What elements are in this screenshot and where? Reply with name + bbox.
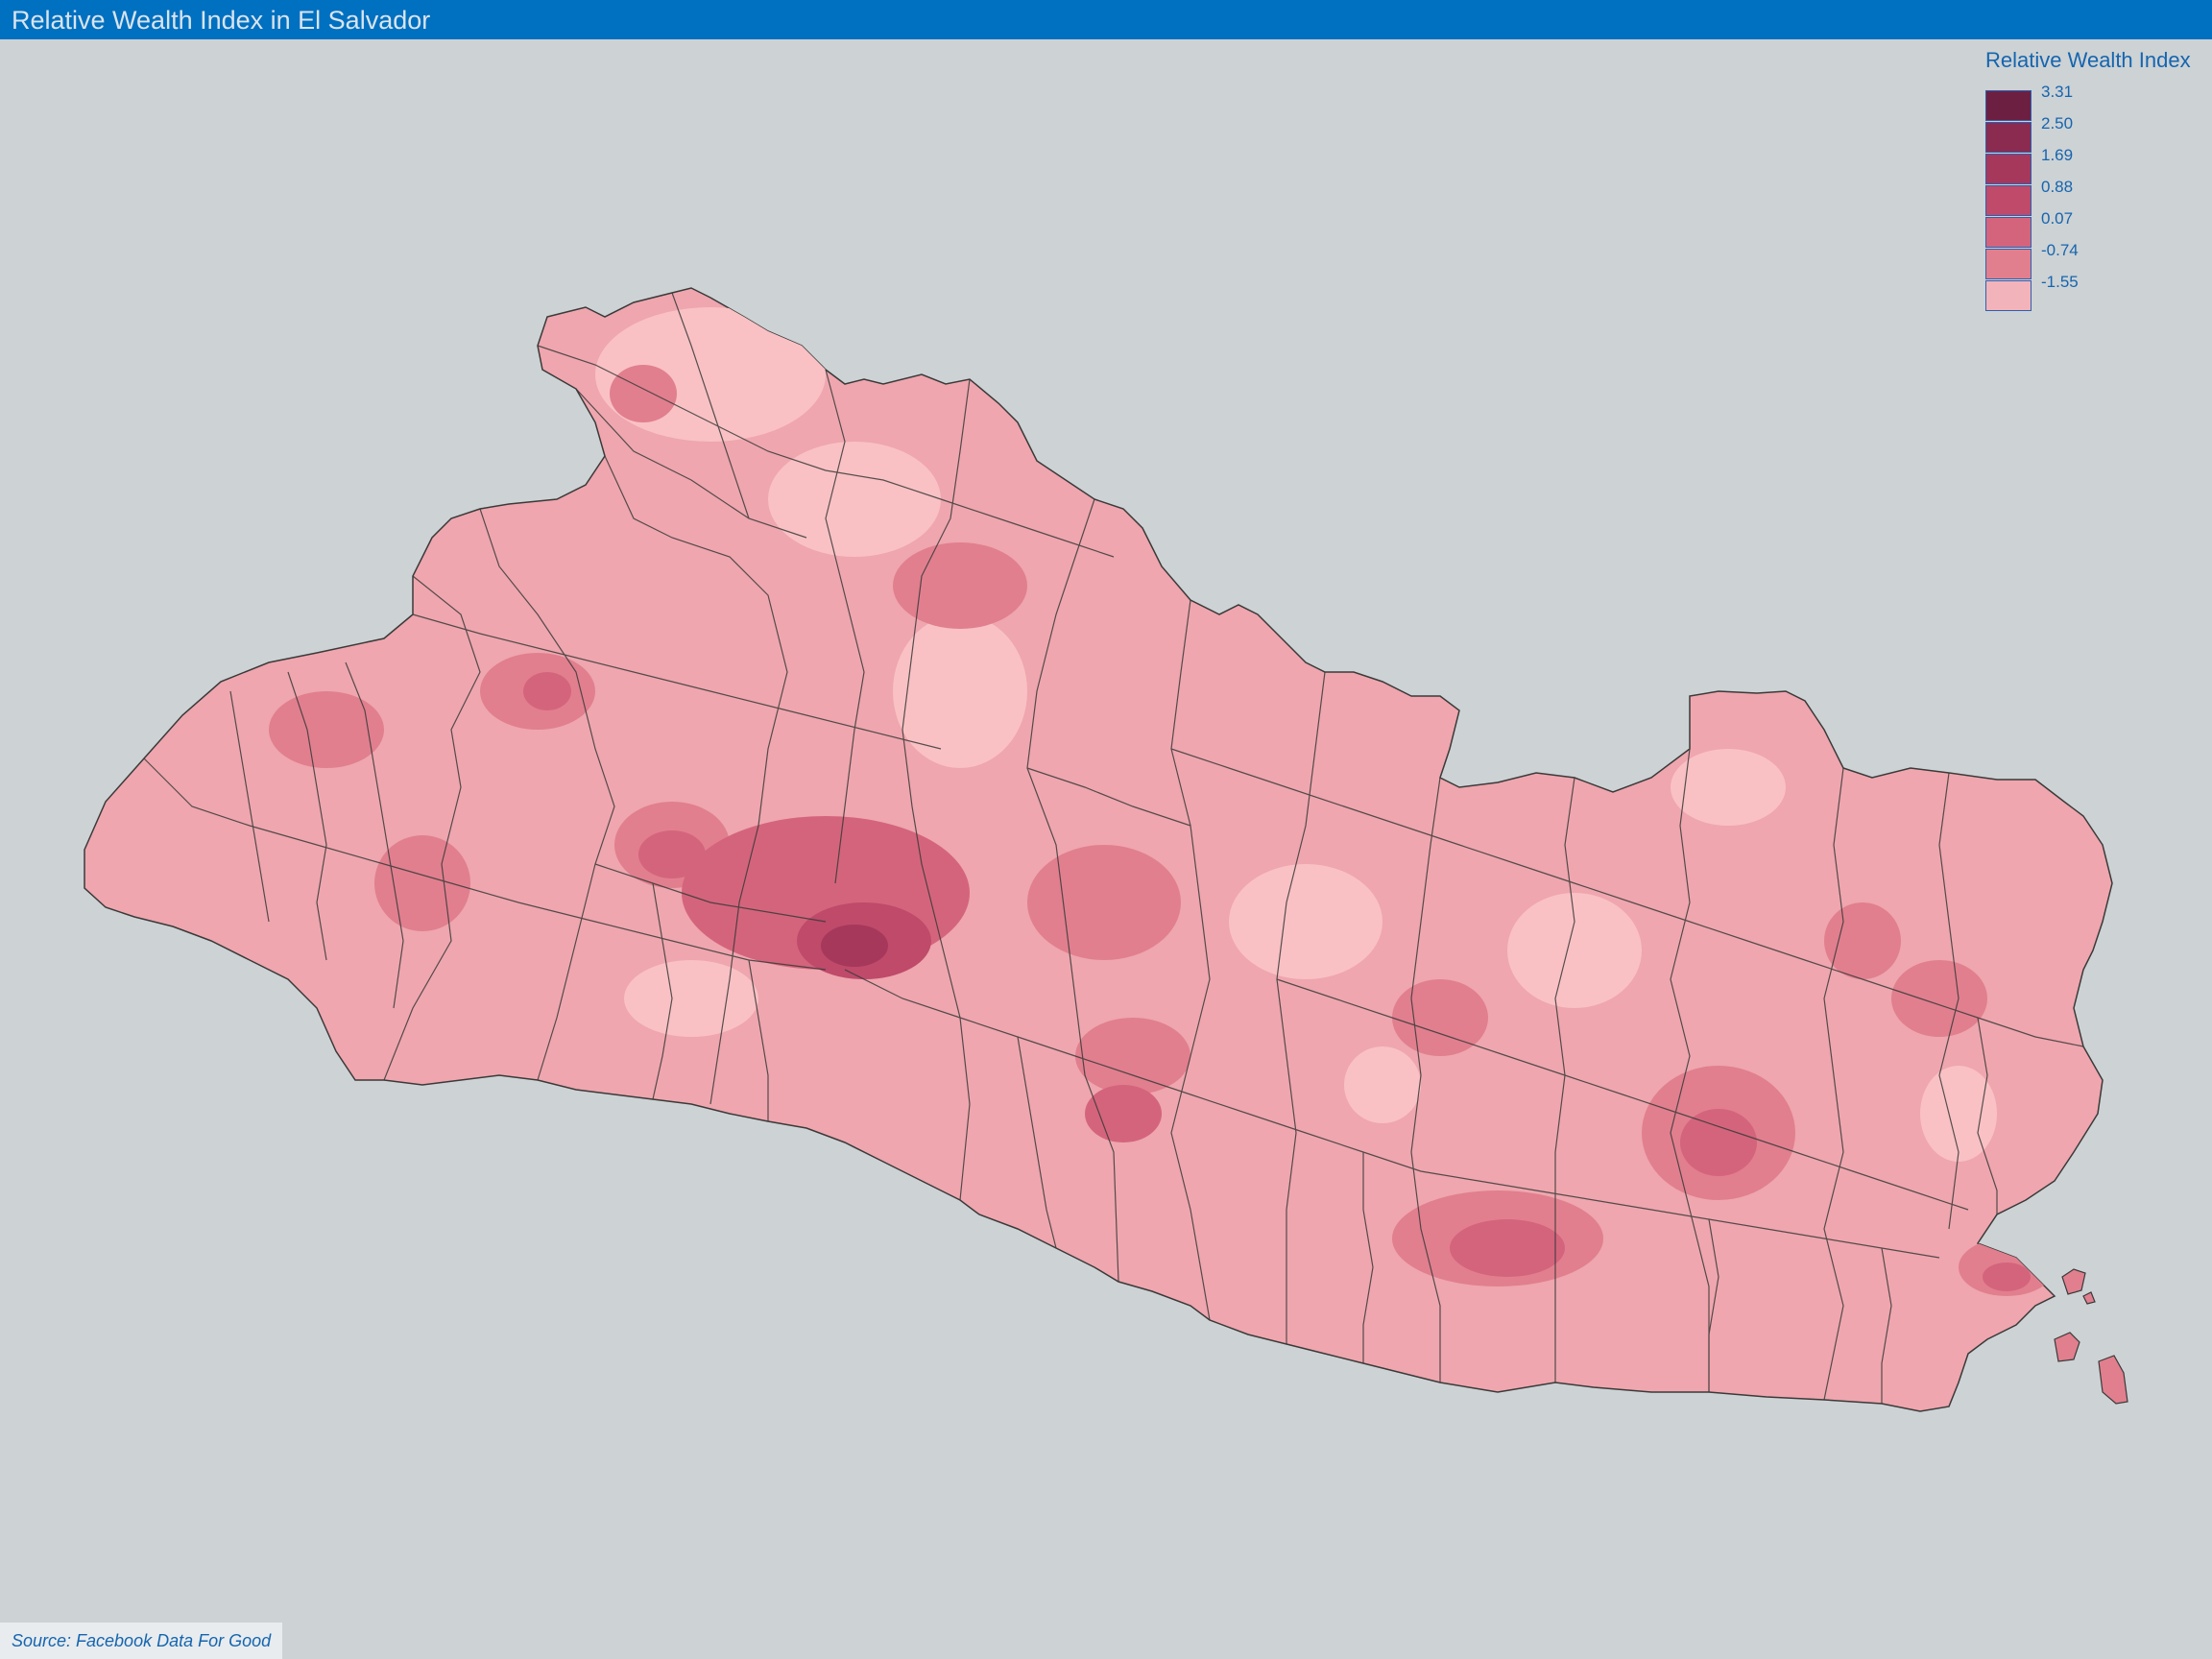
source-text: Source: Facebook Data For Good [12,1630,272,1650]
wealth-patch [1680,1109,1757,1176]
wealth-patch [374,835,470,931]
wealth-patch [1027,845,1181,960]
wealth-patch [624,960,758,1037]
wealth-patch [1229,864,1382,979]
legend-swatch [1985,90,2032,121]
wealth-patch [1920,1066,1997,1162]
map-page: Relative Wealth Index in El Salvador Rel… [0,0,2212,1659]
island [2098,1355,2128,1405]
wealth-patch [523,672,571,710]
wealth-patch [1344,1046,1421,1123]
wealth-patch [269,691,384,768]
source-caption: Source: Facebook Data For Good [0,1623,283,1659]
legend-label: -1.55 [2041,273,2079,291]
wealth-patch [1824,902,1901,979]
legend-swatch [1985,185,2032,216]
wealth-patch [610,365,677,422]
wealth-patch [1450,1219,1565,1277]
island [2061,1268,2086,1295]
legend-swatch [1985,249,2032,279]
wealth-patch [1075,1018,1190,1094]
legend-label: 0.07 [2041,209,2074,228]
legend-label: 3.31 [2041,83,2074,101]
title-bar: Relative Wealth Index in El Salvador [0,0,2212,39]
wealth-patch [638,830,706,878]
legend-label: 2.50 [2041,114,2074,132]
legend: Relative Wealth Index 3.31 2.50 1.69 0.88 0.… [1978,46,2208,311]
page-title: Relative Wealth Index in El Salvador [12,6,431,35]
wealth-patch [1507,893,1642,1008]
legend-swatch [1985,280,2032,311]
legend-swatch [1985,217,2032,248]
wealth-patch [1891,960,1987,1037]
legend-title: Relative Wealth Index [1985,48,2191,72]
wealth-patch [893,614,1027,768]
wealth-patch [768,442,941,557]
el-salvador-map[interactable] [0,39,2212,1623]
island [2054,1332,2080,1362]
legend-label: 0.88 [2041,178,2074,196]
wealth-patch [821,925,888,967]
legend-swatch [1985,154,2032,184]
wealth-patch [893,542,1027,629]
legend-swatch [1985,122,2032,153]
legend-label: 1.69 [2041,146,2074,164]
wealth-patch [1983,1262,2031,1291]
island [2082,1291,2096,1305]
wealth-patch [1085,1085,1162,1142]
legend-label: -0.74 [2041,241,2079,259]
